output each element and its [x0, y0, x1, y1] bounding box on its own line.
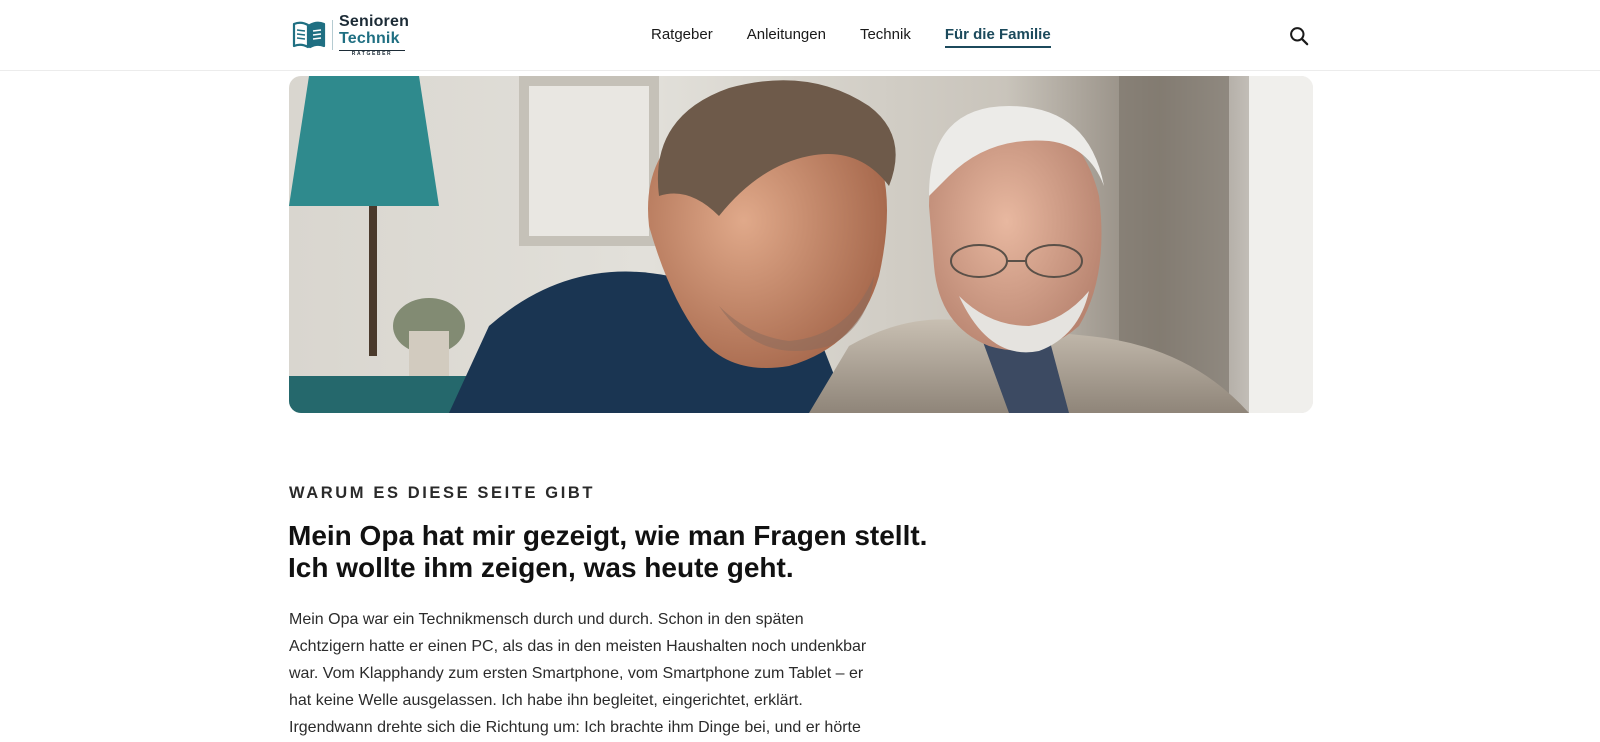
article-body: Mein Opa war ein Technikmensch durch und…	[289, 606, 879, 741]
logo-wordmark: Senioren Technik RATGEBER	[339, 12, 410, 57]
logo-line-technik: Technik	[339, 29, 400, 47]
body-line: Mein Opa war ein Technikmensch durch und…	[289, 611, 804, 628]
nav-item-ratgeber[interactable]: Ratgeber	[651, 24, 713, 48]
body-line: war. Vom Klapphandy zum ersten Smartphon…	[289, 665, 864, 682]
nav-item-technik[interactable]: Technik	[860, 24, 911, 48]
hero-photo	[289, 76, 1313, 413]
logo-divider	[332, 20, 333, 50]
body-line: Achtzigern hatte er einen PC, als das in…	[289, 638, 867, 655]
main-nav: Ratgeber Anleitungen Technik Für die Fam…	[651, 24, 1051, 48]
hero-image	[289, 76, 1313, 413]
logo-line-ratgeber: RATGEBER	[339, 49, 405, 57]
open-book-icon	[292, 21, 326, 49]
nav-item-anleitungen[interactable]: Anleitungen	[747, 24, 826, 48]
search-button[interactable]	[1287, 24, 1311, 48]
nav-item-fuer-die-familie[interactable]: Für die Familie	[944, 24, 1051, 48]
site-logo[interactable]: Senioren Technik RATGEBER	[292, 12, 412, 57]
body-line: Irgendwann drehte sich die Richtung um: …	[289, 719, 861, 736]
search-icon	[1290, 27, 1309, 46]
logo-line-senioren: Senioren	[339, 12, 410, 30]
headline-line-1: Mein Opa hat mir gezeigt, wie man Fragen…	[288, 520, 928, 551]
site-header: Senioren Technik RATGEBER Ratgeber Anlei…	[0, 0, 1600, 71]
section-eyebrow: Warum es diese Seite gibt	[289, 484, 596, 502]
article-headline: Mein Opa hat mir gezeigt, wie man Fragen…	[288, 520, 928, 584]
headline-line-2: Ich wollte ihm zeigen, was heute geht.	[288, 552, 794, 583]
body-line: hat keine Welle ausgelassen. Ich habe ih…	[289, 692, 803, 709]
